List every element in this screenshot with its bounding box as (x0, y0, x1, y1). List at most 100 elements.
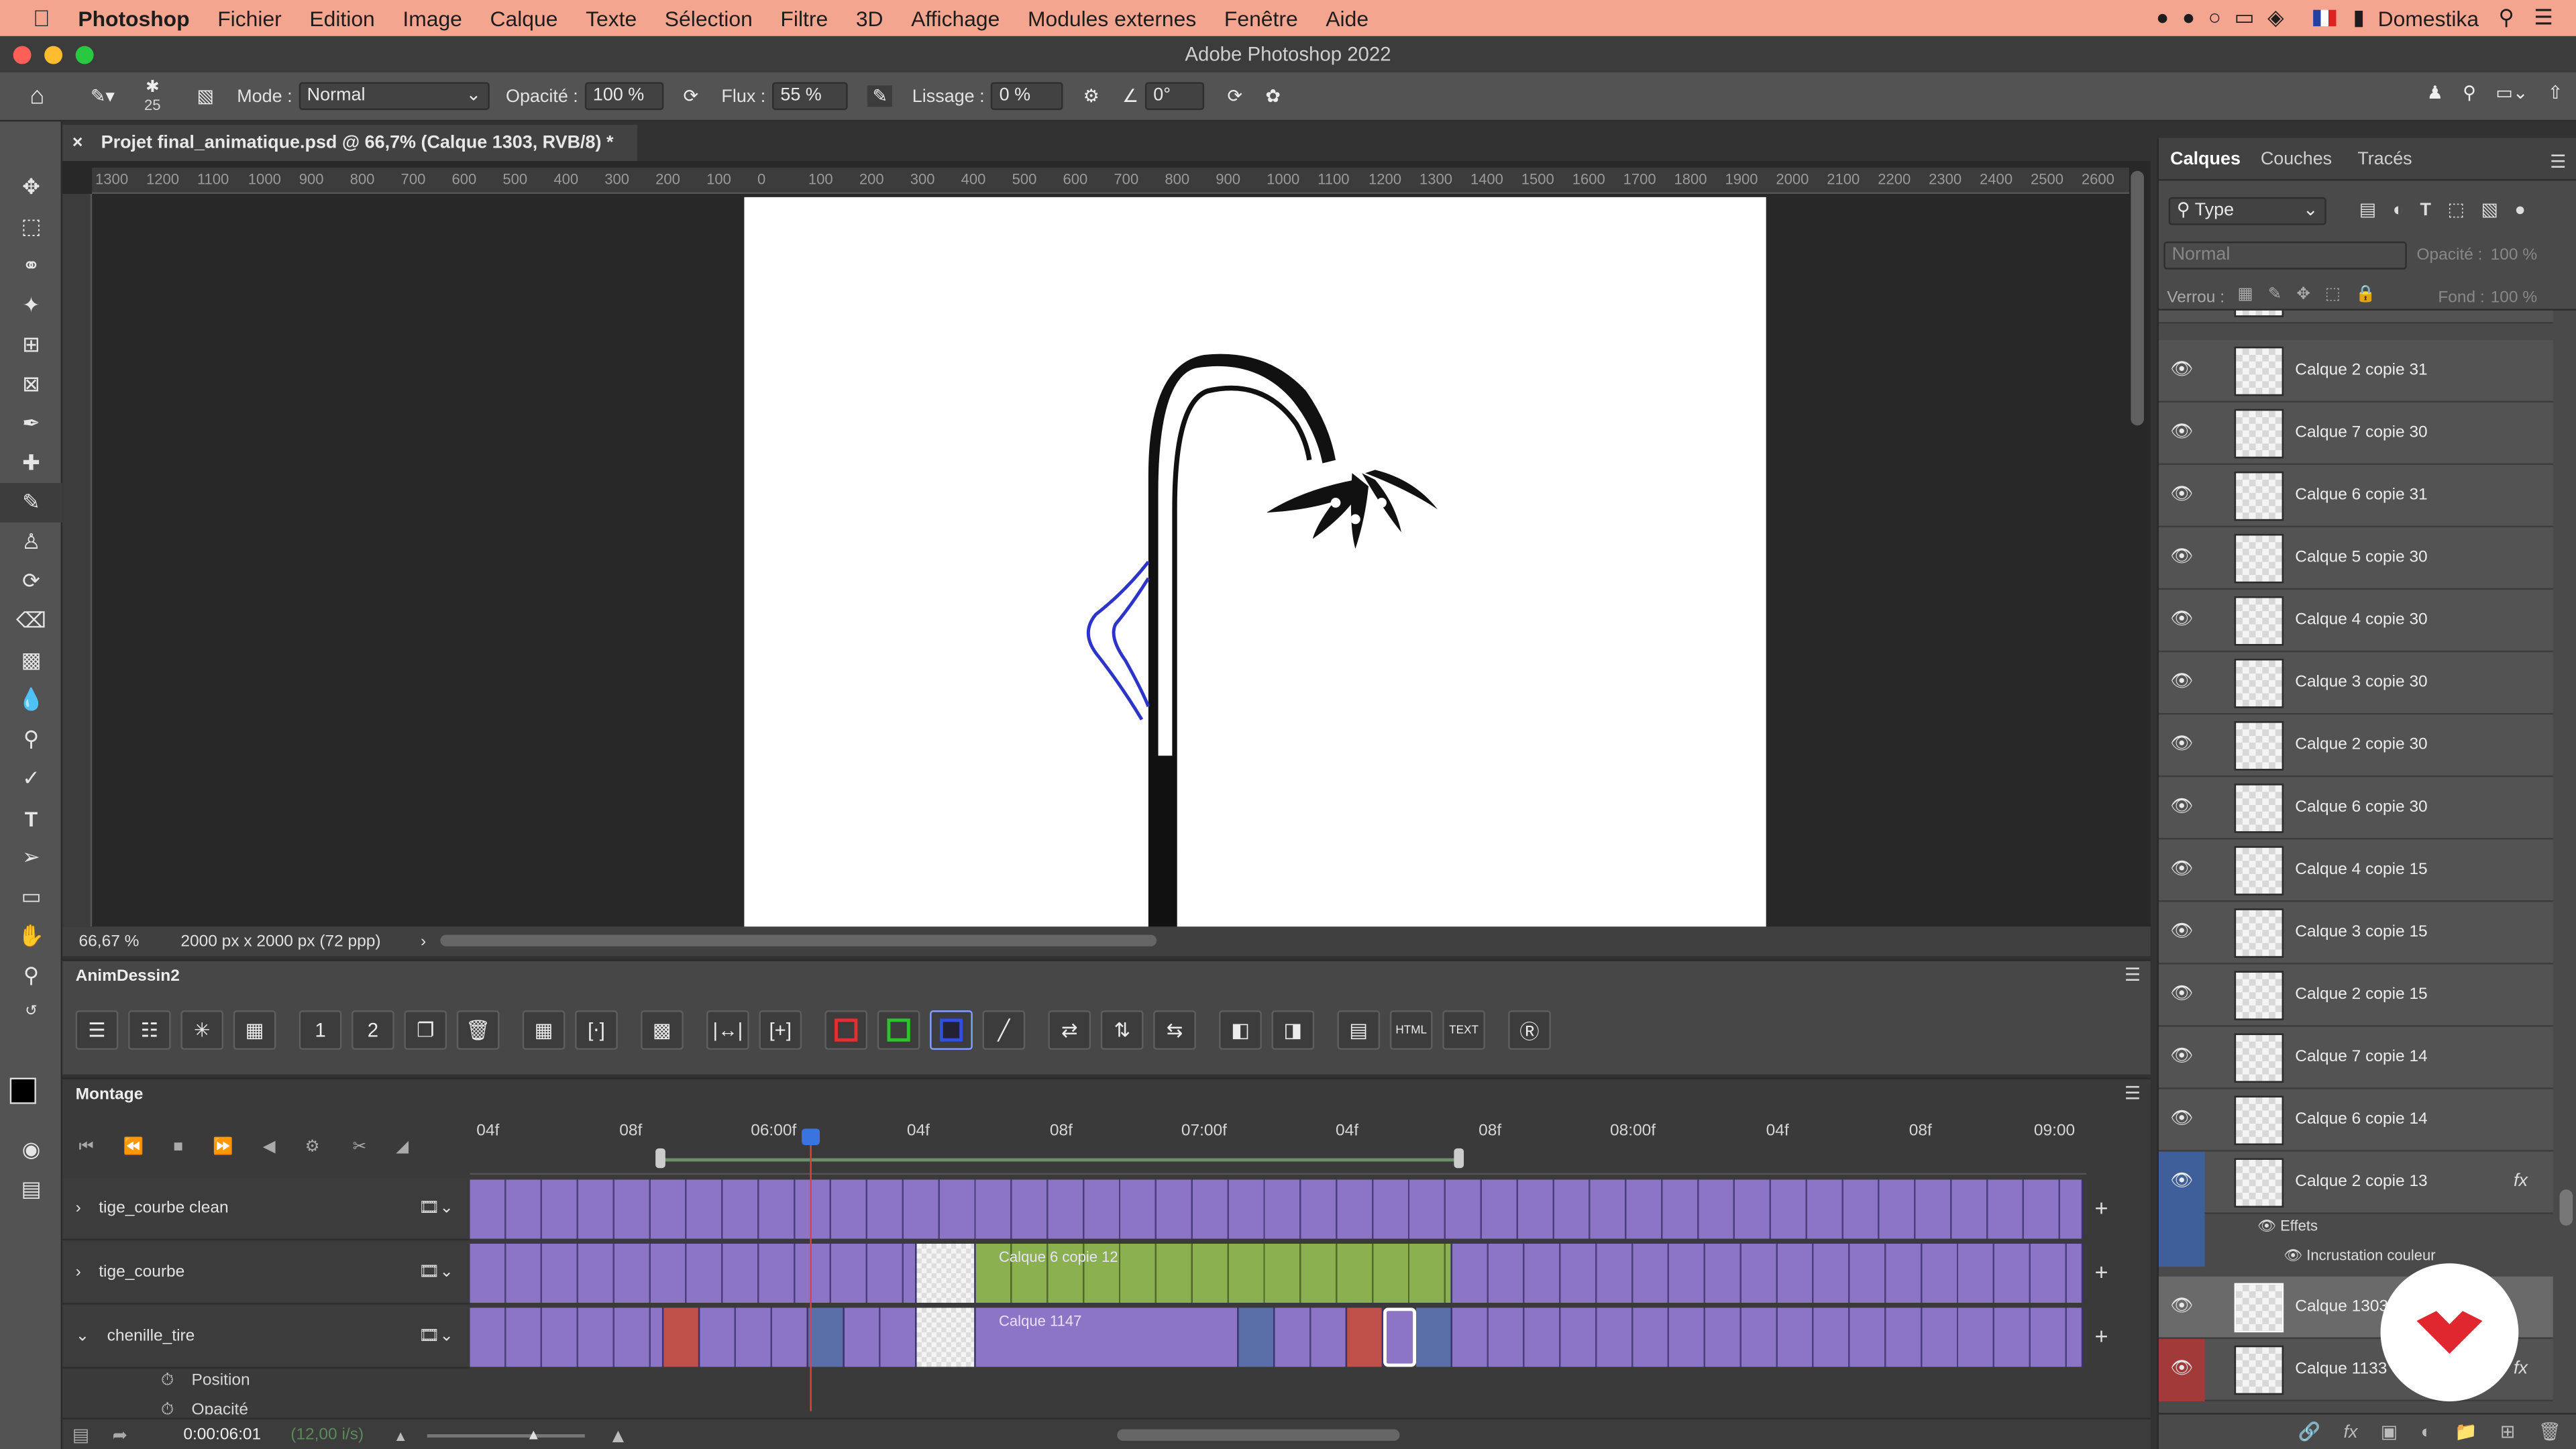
tab-traces[interactable]: Tracés (2357, 150, 2412, 169)
anim-save-button[interactable]: ▦ (233, 1010, 276, 1050)
zoom-level[interactable]: 66,67 % (79, 932, 178, 951)
lissage-field[interactable]: 0 % (991, 82, 1064, 111)
layer-row[interactable]: 👁 Calque 7 copie 14 (2158, 1026, 2553, 1089)
search-icon[interactable]: ⚲ (2463, 82, 2476, 103)
time-ruler[interactable]: 04f 08f 06:00f 04f 08f 07:00f 04f 08f 08… (470, 1115, 2087, 1175)
transition-icon[interactable]: ◢ (396, 1138, 409, 1157)
angle-icon[interactable]: ∠ (1122, 85, 1138, 107)
anim-bracket-button[interactable]: [⋅] (575, 1010, 618, 1050)
menu-3d[interactable]: 3D (856, 6, 883, 31)
lock-all-icon[interactable]: 🔒 (2355, 286, 2375, 304)
folder-icon[interactable]: 📁 (2455, 1421, 2477, 1442)
track-frames-chenille[interactable]: Calque 1147 (470, 1307, 2084, 1367)
frame[interactable] (1452, 1307, 2084, 1367)
track-tige-courbe-clean[interactable]: › tige_courbe clean 🎞⌄ (62, 1177, 470, 1240)
anim-text-button[interactable]: TEXT (1442, 1010, 1485, 1050)
add-media-button[interactable]: + (2094, 1258, 2108, 1285)
image-filter-icon[interactable]: ▤ (2359, 199, 2376, 220)
eye-icon[interactable]: 👁 (2170, 920, 2193, 943)
playhead[interactable] (810, 1128, 812, 1411)
angle-field[interactable]: 0° (1145, 82, 1205, 111)
fill-value[interactable]: 100 % (2491, 289, 2537, 307)
filter-toggle-icon[interactable]: ● (2514, 200, 2525, 219)
eye-icon[interactable]: 👁 (2170, 421, 2193, 443)
crop-tool-icon[interactable]: ⊞ (0, 325, 62, 365)
work-area-bar[interactable] (660, 1158, 1459, 1162)
anim-move-1-button[interactable]: ⇄ (1048, 1010, 1091, 1050)
eraser-tool-icon[interactable]: ⌫ (0, 601, 62, 641)
anim-onion-button[interactable]: ✳ (180, 1010, 224, 1050)
eyedropper-tool-icon[interactable]: ✒ (0, 404, 62, 443)
workspace-icon[interactable]: ▭⌄ (2496, 82, 2528, 103)
layer-row[interactable]: 👁 Calque 2 copie 15 (2158, 964, 2553, 1027)
move-tool-icon[interactable]: ✥ (0, 168, 62, 207)
eye-icon[interactable]: 👁 (2170, 545, 2193, 568)
anim-clip-button[interactable]: ▩ (641, 1010, 684, 1050)
frame[interactable] (916, 1307, 976, 1367)
minimize-window-button[interactable] (44, 46, 63, 64)
chevron-right-icon[interactable]: › (76, 1263, 81, 1281)
menu-texte[interactable]: Texte (586, 6, 637, 31)
work-area-start-handle[interactable] (655, 1148, 665, 1169)
eye-icon[interactable]: 👁 (2170, 1045, 2193, 1068)
canvas[interactable] (744, 197, 1766, 928)
brush-settings-icon[interactable]: ▧ (197, 85, 213, 107)
marquee-tool-icon[interactable]: ⬚ (0, 207, 62, 247)
layers-scrollbar[interactable] (2559, 1189, 2573, 1226)
menu-edition[interactable]: Edition (309, 6, 374, 31)
apple-icon[interactable]:  (33, 5, 50, 31)
frame-blue[interactable] (1416, 1307, 1452, 1367)
anim-about-button[interactable]: Ⓡ (1508, 1010, 1551, 1050)
panel-menu-icon[interactable]: ☰ (2550, 151, 2566, 172)
frame-blue[interactable] (1238, 1307, 1275, 1367)
clip[interactable]: Calque 1147 (975, 1307, 1239, 1367)
frame-red[interactable] (1347, 1307, 1384, 1367)
tab-calques[interactable]: Calques (2170, 150, 2241, 169)
type-tool-icon[interactable]: T (0, 798, 62, 838)
blur-tool-icon[interactable]: 💧 (0, 680, 62, 720)
pressure-size-icon[interactable]: ⟳ (1227, 85, 1242, 107)
brush-preset[interactable]: ✱ 25 (144, 79, 161, 113)
document-scrollbar-vertical[interactable] (2131, 170, 2144, 426)
anim-select-button[interactable]: ▦ (522, 1010, 566, 1050)
share-user-icon[interactable]: ♟ (2427, 82, 2443, 103)
menu-image[interactable]: Image (402, 6, 462, 31)
panel-menu-icon[interactable]: ☰ (2125, 1083, 2141, 1104)
eye-icon[interactable]: 👁 (2170, 670, 2193, 693)
home-icon[interactable]: ⌂ (30, 82, 44, 110)
shape-filter-icon[interactable]: ⬚ (2448, 199, 2465, 220)
effect-item-row[interactable]: 👁 Incrustation couleur (2284, 1247, 2436, 1265)
layer-row[interactable]: 👁 Calque 6 copie 14 (2158, 1089, 2553, 1152)
layer-row[interactable]: 👁 Calque 6 copie 30 (2158, 777, 2553, 840)
menu-filtre[interactable]: Filtre (780, 6, 828, 31)
eye-icon[interactable]: 👁 (2170, 1108, 2193, 1130)
anim-no-label-button[interactable]: ╱ (982, 1010, 1026, 1050)
audio-icon[interactable]: ◀ (263, 1138, 276, 1157)
flux-field[interactable]: 55 % (772, 82, 848, 111)
eye-icon[interactable]: 👁 (2170, 483, 2193, 506)
film-icon[interactable]: 🎞⌄ (419, 1242, 453, 1304)
share-icon[interactable]: ⇧ (2548, 82, 2563, 103)
sub-row-opacite[interactable]: ⏱ Opacité (161, 1401, 248, 1415)
anim-green-label-button[interactable] (877, 1010, 920, 1050)
menu-modules[interactable]: Modules externes (1028, 6, 1196, 31)
add-media-button[interactable]: + (2094, 1194, 2108, 1220)
stopwatch-icon[interactable]: ⏱ (161, 1401, 174, 1415)
flag-icon[interactable] (2313, 9, 2337, 27)
tab-couches[interactable]: Couches (2261, 150, 2332, 169)
control-center-icon[interactable]: ☰ (2534, 5, 2553, 31)
new-layer-icon[interactable]: ⊞ (2500, 1421, 2516, 1442)
document-info[interactable]: 2000 px x 2000 px (72 ppp) (180, 932, 421, 951)
horizontal-scrollbar[interactable] (440, 934, 1157, 947)
mode-select[interactable]: Normal ⌄ (299, 82, 490, 111)
anim-tool-1-button[interactable]: ☰ (75, 1010, 119, 1050)
prev-frame-icon[interactable]: ⏪ (123, 1138, 144, 1157)
airbrush-icon[interactable]: ✎ (867, 85, 893, 107)
layer-row[interactable]: 👁 Calque 3 copie 15 (2158, 902, 2553, 965)
eye-icon[interactable]: 👁 (2284, 1247, 2302, 1263)
stamp-tool-icon[interactable]: ♙ (0, 523, 62, 562)
dodge-tool-icon[interactable]: ⚲ (0, 720, 62, 759)
frame[interactable] (916, 1243, 976, 1303)
track-frames-tige[interactable]: Calque 6 copie 12 (470, 1243, 2084, 1303)
search-icon[interactable]: ⚲ (2498, 5, 2514, 31)
